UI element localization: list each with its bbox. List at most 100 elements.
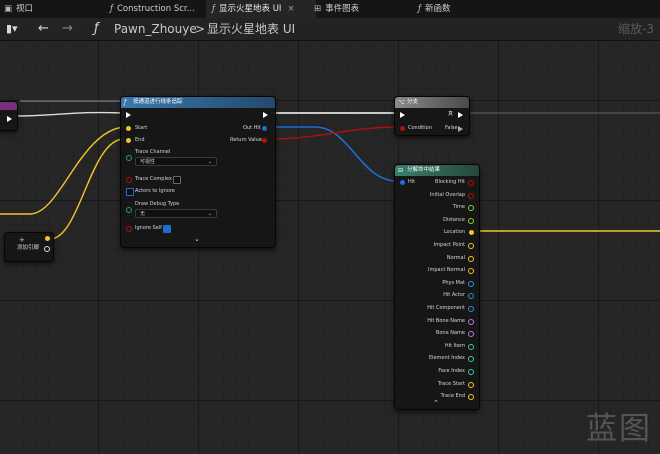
add-pin-label: 添加引脚 (17, 245, 40, 251)
break-hit-result-node[interactable]: ⊟ 分解命中结果 Hit Blocking Hit Initial Overlap… (394, 164, 480, 410)
tab-event-graph[interactable]: ⊞ 事件图表 (314, 0, 359, 18)
location-label: Location (443, 229, 465, 236)
initial-overlap-pin[interactable] (468, 192, 474, 199)
hit-item-pin[interactable] (468, 343, 474, 350)
false-exec-pin[interactable] (458, 126, 463, 132)
element-index-label: Element Index (428, 355, 465, 362)
exec-output-pin[interactable] (7, 116, 12, 122)
vector-output-pin[interactable] (45, 236, 50, 241)
condition-label: Condition (408, 125, 432, 131)
add-pin-icon[interactable] (44, 246, 50, 252)
hit-component-label: Hit Component (427, 305, 465, 311)
trace-end-label: Trace End (440, 393, 465, 400)
tab-show-mars-surface-ui[interactable]: ƒ 显示火星地表 UI × (206, 0, 316, 18)
hit-input-pin[interactable] (400, 180, 405, 185)
trace-start-pin[interactable] (468, 381, 474, 388)
out-hit-pin[interactable] (262, 126, 267, 131)
exec-input-pin[interactable] (400, 112, 405, 118)
true-exec-pin[interactable] (458, 112, 463, 118)
draw-debug-type-dropdown[interactable]: 无 ⌄ (135, 209, 217, 218)
time-pin[interactable] (468, 205, 474, 212)
collapse-chevron-icon[interactable]: ⌃ (433, 399, 439, 407)
trace-complex-label: Trace Complex (135, 176, 172, 182)
ignore-self-checkbox[interactable] (163, 225, 171, 233)
element-index-pin[interactable] (468, 356, 474, 363)
function-icon: ƒ (94, 21, 99, 36)
breadcrumb-blueprint[interactable]: Pawn_Zhouye (114, 18, 197, 40)
end-label: End (135, 137, 145, 143)
exec-output-pin[interactable] (263, 112, 268, 118)
add-pin-node[interactable]: + 添加引脚 (4, 232, 54, 262)
tab-construction-script[interactable]: ƒ Construction Scr... (110, 0, 195, 18)
branch-node[interactable]: ⌥ 分支 真 Condition False (394, 96, 470, 136)
trace-complex-pin[interactable] (126, 177, 132, 183)
zoom-level: 缩放-3 (618, 22, 654, 36)
phys-mat-label: Phys Mat (442, 279, 465, 286)
branch-title: 分支 (407, 99, 419, 105)
return-value-pin[interactable] (262, 138, 267, 143)
bone-name-pin[interactable] (468, 331, 474, 338)
impact-point-pin[interactable] (468, 243, 474, 249)
trace-end-pin[interactable] (468, 394, 474, 401)
chevron-down-icon: ⌄ (207, 211, 212, 217)
impact-normal-pin[interactable] (468, 268, 474, 275)
condition-pin[interactable] (400, 126, 405, 131)
trace-channel-dropdown[interactable]: 可视性 ⌄ (135, 157, 217, 166)
graph-toolbar: ▮▾ ← → ƒ Pawn_Zhouye > 显示火星地表 UI 缩放-3 (0, 18, 660, 41)
phys-mat-pin[interactable] (468, 280, 474, 287)
false-label: False (445, 125, 458, 131)
actors-to-ignore-pin[interactable] (126, 188, 134, 196)
breadcrumb-separator: > (195, 22, 206, 36)
bone-name-label: Bone Name (435, 330, 465, 337)
trace-channel-label: Trace Channel (135, 149, 171, 155)
ignore-self-pin[interactable] (126, 226, 132, 232)
breadcrumb-function[interactable]: 显示火星地表 UI (207, 18, 295, 40)
back-arrow-icon[interactable]: ← (38, 18, 49, 40)
branch-icon: ⌥ (398, 99, 405, 106)
trace-complex-checkbox[interactable] (173, 176, 181, 184)
draw-debug-type-pin[interactable] (126, 207, 132, 213)
hit-component-pin[interactable] (468, 306, 474, 312)
bookmark-icon[interactable]: ▮▾ (6, 18, 18, 40)
chevron-down-icon: ⌄ (207, 159, 212, 165)
hit-actor-pin[interactable] (468, 293, 474, 300)
function-icon: ƒ (212, 4, 215, 14)
start-pin[interactable] (126, 126, 131, 131)
time-label: Time (452, 204, 465, 211)
close-icon[interactable]: × (287, 4, 294, 14)
distance-pin[interactable] (468, 217, 474, 224)
normal-pin[interactable] (468, 255, 474, 262)
tab-bar: ▣ 视口 ƒ Construction Scr... ƒ 显示火星地表 UI × ⊞ 事件… (0, 0, 660, 19)
true-label: 真 (448, 111, 454, 117)
trace-channel-pin[interactable] (126, 155, 132, 161)
actors-to-ignore-label: Actors to Ignore (135, 188, 175, 194)
trace-start-label: Trace Start (437, 380, 465, 387)
blocking-hit-label: Blocking Hit (435, 179, 465, 185)
hit-label: Hit (408, 179, 416, 185)
exec-input-pin[interactable] (126, 112, 131, 118)
hit-bone-name-pin[interactable] (468, 318, 474, 325)
ignore-self-label: Ignore Self (135, 225, 162, 231)
plus-icon[interactable]: + (19, 236, 25, 244)
normal-label: Normal (446, 254, 465, 261)
expand-chevron-icon[interactable]: ⌄ (194, 235, 200, 243)
out-hit-label: Out Hit (243, 125, 261, 131)
return-value-label: Return Value (230, 137, 262, 143)
draw-debug-type-label: Draw Debug Type (135, 201, 180, 207)
struct-icon: ⊟ (398, 167, 404, 174)
tab-viewport[interactable]: ▣ 视口 (4, 0, 33, 18)
viewport-icon: ▣ (4, 4, 13, 14)
end-pin[interactable] (126, 138, 131, 143)
forward-arrow-icon[interactable]: → (62, 18, 73, 40)
partial-node-left[interactable] (0, 101, 18, 131)
function-icon: ƒ (110, 4, 113, 14)
start-label: Start (135, 125, 148, 131)
line-trace-node[interactable]: ƒ 按通道进行线条追踪 Start Out Hit End Return Val… (120, 96, 276, 248)
distance-label: Distance (443, 216, 465, 223)
graph-canvas[interactable]: + 添加引脚 ƒ 按通道进行线条追踪 Start Out Hit End Ret… (0, 41, 660, 454)
face-index-label: Face Index (438, 368, 465, 374)
blocking-hit-pin[interactable] (468, 180, 474, 186)
location-pin[interactable] (469, 230, 474, 236)
face-index-pin[interactable] (468, 369, 474, 375)
tab-new-function[interactable]: ƒ 新函数 (418, 0, 451, 18)
